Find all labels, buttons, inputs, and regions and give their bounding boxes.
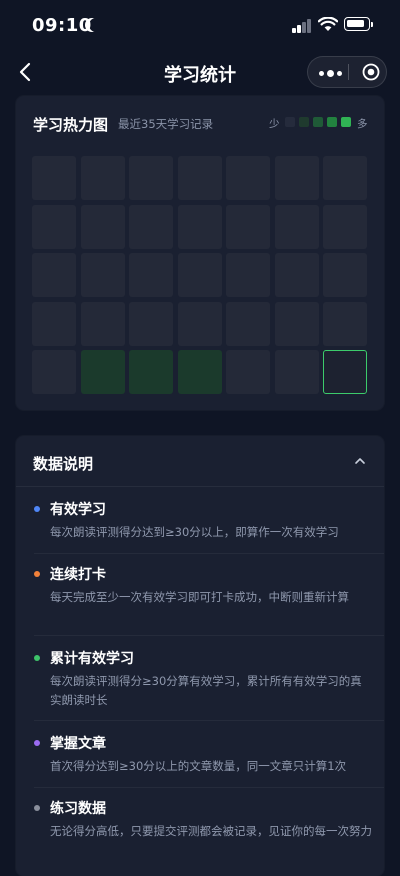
- item-title: 练习数据: [50, 801, 106, 817]
- data-explanation-card: 数据说明 有效学习 每次朗读评测得分达到≥30分以上，即算作一次有效学习 连续打…: [16, 436, 384, 876]
- item-description: 首次得分达到≥30分以上的文章数量，同一文章只计算1次: [50, 759, 347, 773]
- bullet-dot: [34, 740, 40, 746]
- item-title: 连续打卡: [50, 567, 106, 583]
- heatmap-cell: [177, 204, 222, 249]
- divider: [34, 720, 384, 721]
- heatmap-cell: [323, 253, 367, 297]
- status-time: 09:10: [32, 15, 92, 36]
- legend-swatch: [341, 117, 351, 127]
- item-description: 每次朗读评测得分达到≥30分以上，即算作一次有效学习: [50, 525, 339, 539]
- item-title: 掌握文章: [50, 736, 106, 752]
- status-bar: 09:10: [0, 0, 400, 52]
- heatmap-subtitle: 最近35天学习记录: [118, 117, 214, 131]
- heatmap-card: 学习热力图 最近35天学习记录 少 多: [16, 96, 384, 410]
- divider: [34, 635, 384, 636]
- heatmap-cell: [177, 253, 222, 297]
- heatmap-cell: [323, 301, 367, 346]
- legend-swatch: [285, 117, 295, 127]
- close-target-icon[interactable]: [362, 63, 380, 81]
- item-title: 有效学习: [50, 502, 106, 518]
- heatmap-cell: [32, 350, 76, 394]
- heatmap-cell: [129, 156, 173, 200]
- heatmap-cell: [226, 301, 270, 346]
- heatmap-cell: [177, 350, 222, 394]
- heatmap-cell: [274, 253, 319, 297]
- heatmap-cell: [80, 253, 125, 297]
- mini-program-capsule: [307, 56, 387, 88]
- heatmap-cell: [177, 301, 222, 346]
- bullet-dot: [34, 506, 40, 512]
- heatmap-grid: [32, 156, 369, 396]
- cellular-signal-icon: [292, 19, 314, 33]
- item-title: 累计有效学习: [50, 651, 134, 667]
- heatmap-cell: [32, 156, 76, 200]
- capsule-divider: [348, 64, 349, 80]
- heatmap-cell: [32, 204, 76, 249]
- heatmap-cell: [226, 350, 270, 394]
- heatmap-title: 学习热力图: [33, 116, 109, 134]
- heatmap-cell: [80, 156, 125, 200]
- heatmap-cell: [32, 301, 76, 346]
- heatmap-cell: [226, 253, 270, 297]
- legend-swatch: [299, 117, 309, 127]
- heatmap-cell: [274, 350, 319, 394]
- divider: [34, 787, 384, 788]
- heatmap-cell: [226, 156, 270, 200]
- heatmap-cell: [80, 204, 125, 249]
- heatmap-cell: [323, 204, 367, 249]
- data-explanation-header[interactable]: 数据说明: [16, 436, 384, 487]
- heatmap-cell-today: [323, 350, 367, 394]
- chevron-up-icon[interactable]: [354, 456, 366, 466]
- divider: [34, 553, 384, 554]
- item-description: 每天完成至少一次有效学习即可打卡成功，中断则重新计算: [50, 590, 349, 604]
- bullet-dot: [34, 655, 40, 661]
- item-description: 每次朗读评测得分≥30分算有效学习，累计所有有效学习的真实朗读时长: [50, 674, 362, 707]
- bullet-dot: [34, 805, 40, 811]
- more-icon[interactable]: [316, 61, 346, 83]
- nav-bar: 学习统计: [0, 52, 400, 92]
- bullet-dot: [34, 571, 40, 577]
- heatmap-cell: [323, 156, 367, 200]
- heatmap-cell: [129, 350, 173, 394]
- legend-high-label: 多: [357, 118, 368, 130]
- heatmap-cell: [274, 156, 319, 200]
- heatmap-cell: [80, 301, 125, 346]
- data-explanation-title: 数据说明: [33, 455, 94, 473]
- legend-swatch: [313, 117, 323, 127]
- item-description: 无论得分高低，只要提交评测都会被记录，见证你的每一次努力: [50, 824, 372, 838]
- heatmap-cell: [177, 156, 222, 200]
- heatmap-cell: [226, 204, 270, 249]
- heatmap-cell: [32, 253, 76, 297]
- heatmap-cell: [129, 204, 173, 249]
- heatmap-cell: [274, 301, 319, 346]
- heatmap-cell: [129, 253, 173, 297]
- legend-swatch: [327, 117, 337, 127]
- moon-icon: [89, 18, 103, 32]
- battery-icon: [344, 17, 373, 31]
- heatmap-cell: [129, 301, 173, 346]
- heatmap-cell: [80, 350, 125, 394]
- wifi-icon: [318, 17, 338, 31]
- heatmap-cell: [274, 204, 319, 249]
- legend-low-label: 少: [269, 118, 280, 130]
